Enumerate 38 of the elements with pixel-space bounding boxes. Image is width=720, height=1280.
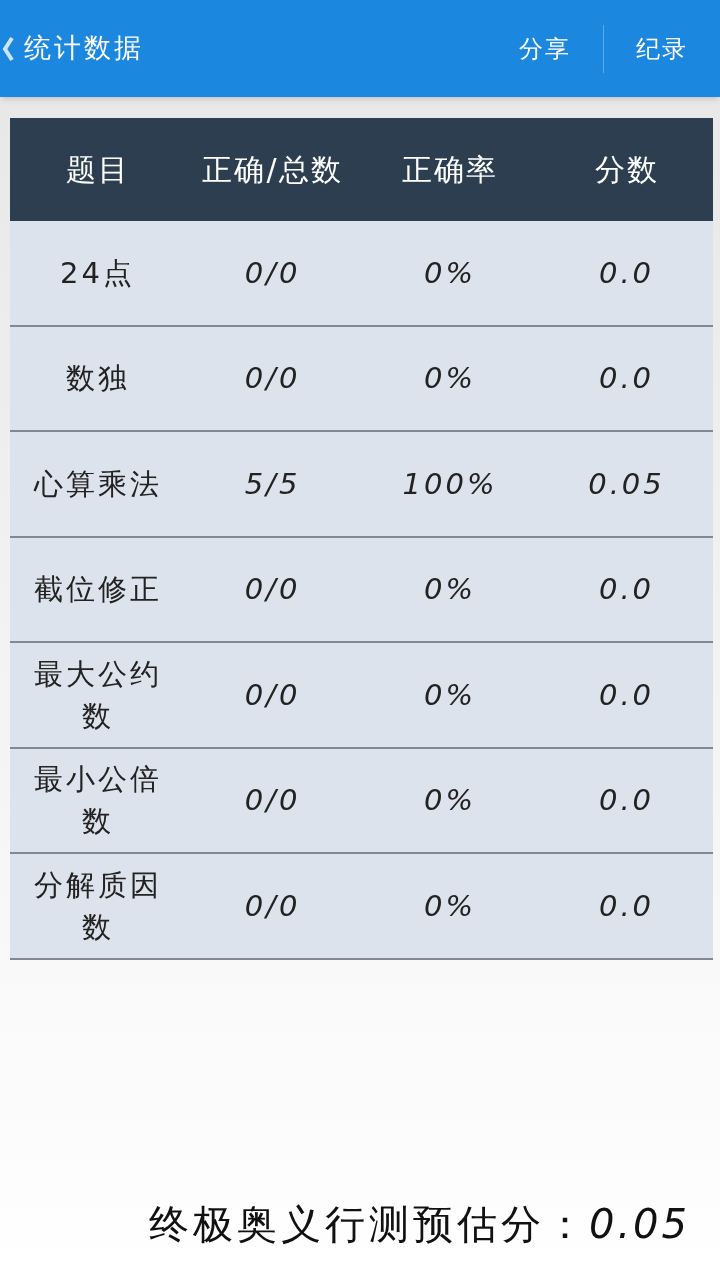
table-cell-text: 0% xyxy=(423,360,477,398)
table-cell-text: 0% xyxy=(423,887,477,925)
header-action[interactable]: 分享 xyxy=(487,30,603,67)
column-header: 题目 xyxy=(64,151,131,189)
table-cell-text: 0% xyxy=(423,676,477,714)
table-cell-text: 心算乘法 xyxy=(32,465,163,503)
column-header: 分数 xyxy=(593,151,660,189)
table-cell-text: 数独 xyxy=(64,360,131,398)
page-title: 统计数据 xyxy=(24,31,144,66)
table-cell-text: 5/5 xyxy=(243,465,302,503)
table-cell-text: 100% xyxy=(401,465,499,503)
table-cell-text: 0/0 xyxy=(243,782,302,820)
table-cell-text: 0/0 xyxy=(243,887,302,925)
table-cell-text: 最大公约数 xyxy=(32,655,163,735)
table-cell-text: 0% xyxy=(423,254,477,292)
table-cell-text: 0/0 xyxy=(243,571,302,609)
table-cell-text: 0/0 xyxy=(243,360,302,398)
estimate-label: 终极奥义行测预估分： xyxy=(148,1200,589,1249)
estimate-value: 0.05 xyxy=(588,1200,690,1249)
table-cell-text: 0% xyxy=(423,571,477,609)
table-cell-text: 0.0 xyxy=(597,571,656,609)
table-cell-text: 24点 xyxy=(59,254,136,292)
table-cell-text: 截位修正 xyxy=(32,571,163,609)
table-cell-text: 0.0 xyxy=(597,887,656,925)
table-cell-text: 0.0 xyxy=(597,254,656,292)
back-icon[interactable] xyxy=(2,35,14,62)
table-cell-text: 0.0 xyxy=(597,676,656,714)
table-cell-text: 最小公倍数 xyxy=(32,761,163,841)
table-cell-text: 0.0 xyxy=(597,360,656,398)
table-cell-text: 0/0 xyxy=(243,254,302,292)
header-action[interactable]: 纪录 xyxy=(604,30,720,67)
table-cell-text: 0% xyxy=(423,782,477,820)
table-cell-text: 0.05 xyxy=(587,465,666,503)
table-cell-text: 分解质因数 xyxy=(32,866,163,946)
table-cell-text: 0.0 xyxy=(597,782,656,820)
column-header: 正确率 xyxy=(401,151,499,189)
table-cell-text: 0/0 xyxy=(243,676,302,714)
column-header: 正确/总数 xyxy=(201,151,344,189)
